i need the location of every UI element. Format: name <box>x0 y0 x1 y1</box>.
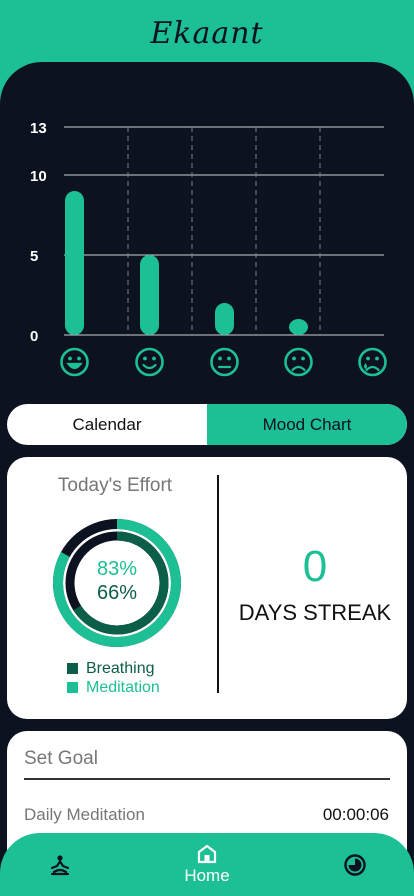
nav-meditation[interactable] <box>40 833 80 896</box>
effort-legend: Breathing Meditation <box>67 659 160 697</box>
crying-face-icon <box>358 347 387 377</box>
view-toggle: Calendar Mood Chart <box>7 404 407 445</box>
breathing-percent: 66% <box>96 582 138 604</box>
effort-card: Today's Effort 83% 66% Breathing Meditat… <box>7 457 407 719</box>
effort-progress-ring: 83% 66% <box>51 517 183 649</box>
mood-bar-neutral <box>215 303 234 335</box>
nav-timer[interactable] <box>340 833 370 896</box>
very-happy-face-icon <box>60 347 89 377</box>
tab-calendar[interactable]: Calendar <box>7 404 207 445</box>
mood-bar-sad <box>289 319 308 335</box>
streak-count: 0 <box>302 542 328 591</box>
card-divider <box>217 475 219 693</box>
daily-meditation-value[interactable]: 00:00:06 <box>323 805 389 825</box>
nav-home-label: Home <box>184 866 230 885</box>
legend-meditation-swatch <box>67 682 78 693</box>
app-logo: Ekaant <box>0 8 414 58</box>
legend-breathing: Breathing <box>67 659 160 678</box>
daily-meditation-label: Daily Meditation <box>24 805 145 824</box>
logo-text: Ekaant <box>150 15 264 51</box>
legend-meditation-label: Meditation <box>86 679 160 696</box>
happy-face-icon <box>135 347 164 377</box>
y-tick-label: 10 <box>30 168 47 185</box>
legend-breathing-swatch <box>67 663 78 674</box>
meditation-percent: 83% <box>96 558 138 580</box>
meditation-icon <box>50 854 70 875</box>
legend-meditation: Meditation <box>67 678 160 697</box>
goal-underline <box>24 778 390 780</box>
neutral-face-icon <box>210 347 239 377</box>
mood-bar-very-happy <box>65 191 84 335</box>
effort-title: Today's Effort <box>57 475 173 496</box>
bottom-nav: Home <box>0 833 414 896</box>
timer-icon <box>344 853 366 876</box>
streak-label: DAYS STREAK <box>238 600 392 625</box>
ring-percentages: 83% 66% <box>51 557 183 605</box>
nav-home[interactable]: Home <box>177 833 237 896</box>
app-screen: Ekaant 0 5 10 13 Calendar Mood Chart Today'… <box>0 0 414 896</box>
mood-bar-happy <box>140 255 159 335</box>
tab-mood-chart[interactable]: Mood Chart <box>207 404 407 445</box>
y-tick-label: 5 <box>30 248 38 265</box>
mood-chart: 0 5 10 13 <box>30 120 387 377</box>
y-tick-label: 13 <box>30 120 47 137</box>
home-icon <box>197 844 217 864</box>
sad-face-icon <box>284 347 313 377</box>
y-tick-label: 0 <box>30 328 38 345</box>
set-goal-title[interactable]: Set Goal <box>24 748 98 770</box>
legend-breathing-label: Breathing <box>86 660 155 677</box>
